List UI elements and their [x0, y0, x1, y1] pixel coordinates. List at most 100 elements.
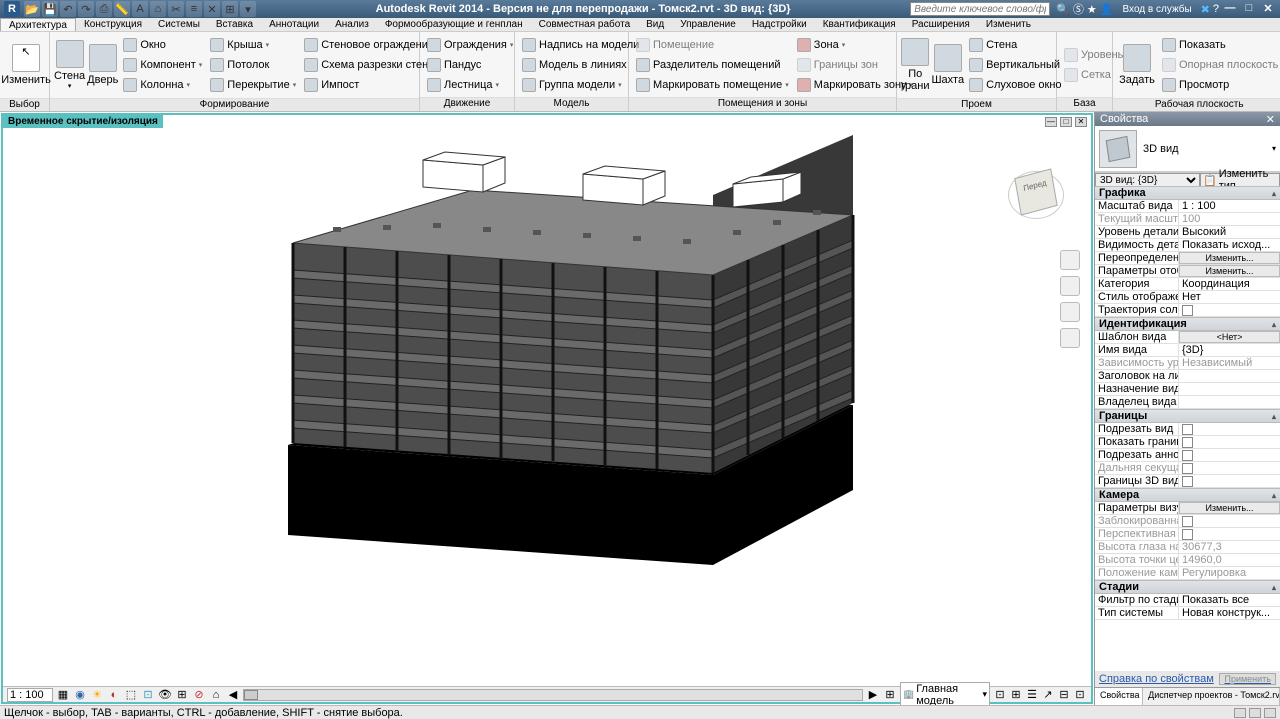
type-dd-icon[interactable]: ▾ [1272, 144, 1276, 153]
showplane-button[interactable]: Показать [1159, 35, 1280, 55]
qat-3d-icon[interactable]: ⌂ [150, 1, 166, 17]
prop-vis[interactable]: Видимость деталейПоказать исход... [1095, 239, 1280, 252]
vb-reveal-icon[interactable]: ⊞ [175, 688, 189, 702]
qat-measure-icon[interactable]: 📏 [114, 1, 130, 17]
areabound-button[interactable]: Границы зон [794, 55, 916, 75]
prop-disp[interactable]: Параметры отобр...Изменить... [1095, 265, 1280, 278]
group-room-label[interactable]: Помещения и зоны [629, 97, 896, 111]
prop-phase[interactable]: Тип системыНовая конструк... [1095, 607, 1280, 620]
props-tab-browser[interactable]: Диспетчер проектов - Томск2.rvt [1143, 688, 1280, 705]
grid-button[interactable]: Сетка [1061, 65, 1126, 85]
prop-sun[interactable]: Траектория солнца [1095, 304, 1280, 317]
app-logo[interactable]: R [4, 1, 20, 17]
vb-style-icon[interactable]: ◉ [73, 688, 87, 702]
vb-scrollbar[interactable] [243, 689, 863, 701]
props-tab-properties[interactable]: Свойства [1095, 688, 1143, 705]
component-button[interactable]: Компонент▾ [120, 55, 205, 75]
modelgroup-button[interactable]: Группа модели▾ [519, 75, 642, 95]
tab-modify[interactable]: Изменить [978, 18, 1039, 31]
prop-sheet[interactable]: Заголовок на листе [1095, 370, 1280, 383]
vp-close-icon[interactable]: ✕ [1075, 117, 1087, 127]
workset-selector[interactable]: 🏢 Главная модель ▾ [900, 682, 990, 708]
tab-systems[interactable]: Системы [150, 18, 208, 31]
cat-camera[interactable]: Камера▴ [1095, 488, 1280, 502]
subscription-icon[interactable]: Ⓢ [1073, 1, 1084, 17]
qat-save-icon[interactable]: 💾 [42, 1, 58, 17]
qat-redo-icon[interactable]: ↷ [78, 1, 94, 17]
vb-hide-icon[interactable]: 👁 [158, 688, 172, 702]
prop-template[interactable]: Шаблон вида<Нет> [1095, 331, 1280, 344]
vb-analytic-icon[interactable]: ⌂ [209, 688, 223, 702]
scale-selector[interactable]: 1 : 100 [7, 688, 53, 702]
curtgrid-button[interactable]: Схема разрезки стены [301, 55, 439, 75]
login-link[interactable]: Вход в службы [1123, 4, 1192, 15]
prop-owner[interactable]: Владелец вида [1095, 396, 1280, 409]
infocenter-icon[interactable]: 🔍 [1056, 3, 1070, 16]
vb-r2-icon[interactable]: ⊞ [1009, 688, 1023, 702]
help-icon[interactable]: ? [1213, 3, 1219, 15]
vb-r5-icon[interactable]: ⊟ [1057, 688, 1071, 702]
viewcube[interactable]: Перед [1006, 165, 1066, 225]
viewport[interactable]: Временное скрытие/изоляция — □ ✕ Перед 1… [1, 113, 1093, 704]
prop-ref[interactable]: Назначение вида [1095, 383, 1280, 396]
door-button[interactable]: Дверь [87, 34, 118, 96]
exchange-icon[interactable]: ✖ [1201, 3, 1210, 16]
prop-bbox[interactable]: Границы 3D вида [1095, 475, 1280, 488]
railing-button[interactable]: Ограждения▾ [424, 35, 516, 55]
vb-press-icon[interactable]: ⊞ [883, 688, 897, 702]
prop-detail[interactable]: Уровень детализ...Высокий [1095, 226, 1280, 239]
prop-render[interactable]: Параметры визуа...Изменить... [1095, 502, 1280, 515]
qat-open-icon[interactable]: 📂 [24, 1, 40, 17]
vb-render-icon[interactable]: ⬚ [124, 688, 138, 702]
vb-right-icon[interactable]: ▶ [866, 688, 880, 702]
modeltext-button[interactable]: Надпись на модели [519, 35, 642, 55]
qat-text-icon[interactable]: A [132, 1, 148, 17]
shaft-button[interactable]: Шахта [931, 34, 964, 96]
orbit-icon[interactable] [1060, 328, 1080, 348]
model-canvas[interactable] [3, 115, 1091, 702]
tab-manage[interactable]: Управление [672, 18, 744, 31]
prop-cropvis[interactable]: Показать границу... [1095, 436, 1280, 449]
mullion-button[interactable]: Импост [301, 75, 439, 95]
qat-thin-icon[interactable]: ≡ [186, 1, 202, 17]
maximize-button[interactable]: □ [1241, 2, 1257, 16]
vb-r6-icon[interactable]: ⊡ [1073, 688, 1087, 702]
window-button[interactable]: Окно [120, 35, 205, 55]
floor-button[interactable]: Перекрытие▾ [207, 75, 299, 95]
vb-constraint-icon[interactable]: ⊘ [192, 688, 206, 702]
qat-print-icon[interactable]: ⎙ [96, 1, 112, 17]
prop-scale[interactable]: Масштаб вида1 : 100 [1095, 200, 1280, 213]
wallopen-button[interactable]: Стена [966, 35, 1065, 55]
pan-icon[interactable] [1060, 276, 1080, 296]
curtain-button[interactable]: Стеновое ограждение [301, 35, 439, 55]
refplane-button[interactable]: Опорная плоскость [1159, 55, 1280, 75]
steering-wheel-icon[interactable] [1060, 250, 1080, 270]
vp-max-icon[interactable]: □ [1060, 117, 1072, 127]
qat-close-icon[interactable]: ✕ [204, 1, 220, 17]
sb-1[interactable] [1234, 708, 1246, 718]
cat-phasing[interactable]: Стадии▴ [1095, 580, 1280, 594]
roomsep-button[interactable]: Разделитель помещений [633, 55, 792, 75]
tab-annotate[interactable]: Аннотации [261, 18, 327, 31]
vb-detail-icon[interactable]: ▦ [56, 688, 70, 702]
vb-shadow-icon[interactable]: ◐ [107, 688, 121, 702]
prop-crop[interactable]: Подрезать вид [1095, 423, 1280, 436]
vp-min-icon[interactable]: — [1045, 117, 1057, 127]
qat-dd-icon[interactable]: ▾ [240, 1, 256, 17]
properties-header[interactable]: Свойства✕ [1095, 112, 1280, 126]
wall-button[interactable]: Стена▾ [54, 34, 85, 96]
type-name[interactable]: 3D вид [1143, 143, 1266, 155]
minimize-button[interactable]: — [1222, 2, 1238, 16]
tab-structure[interactable]: Конструкция [76, 18, 150, 31]
viewer-button[interactable]: Просмотр [1159, 75, 1280, 95]
vertopen-button[interactable]: Вертикальный [966, 55, 1065, 75]
column-button[interactable]: Колонна▾ [120, 75, 205, 95]
tab-view[interactable]: Вид [638, 18, 672, 31]
tab-collab[interactable]: Совместная работа [531, 18, 639, 31]
vb-r3-icon[interactable]: ☰ [1025, 688, 1039, 702]
vb-crop-icon[interactable]: ⊡ [141, 688, 155, 702]
tab-insert[interactable]: Вставка [208, 18, 261, 31]
modelline-button[interactable]: Модель в линиях [519, 55, 642, 75]
ceiling-button[interactable]: Потолок [207, 55, 299, 75]
zoom-icon[interactable] [1060, 302, 1080, 322]
